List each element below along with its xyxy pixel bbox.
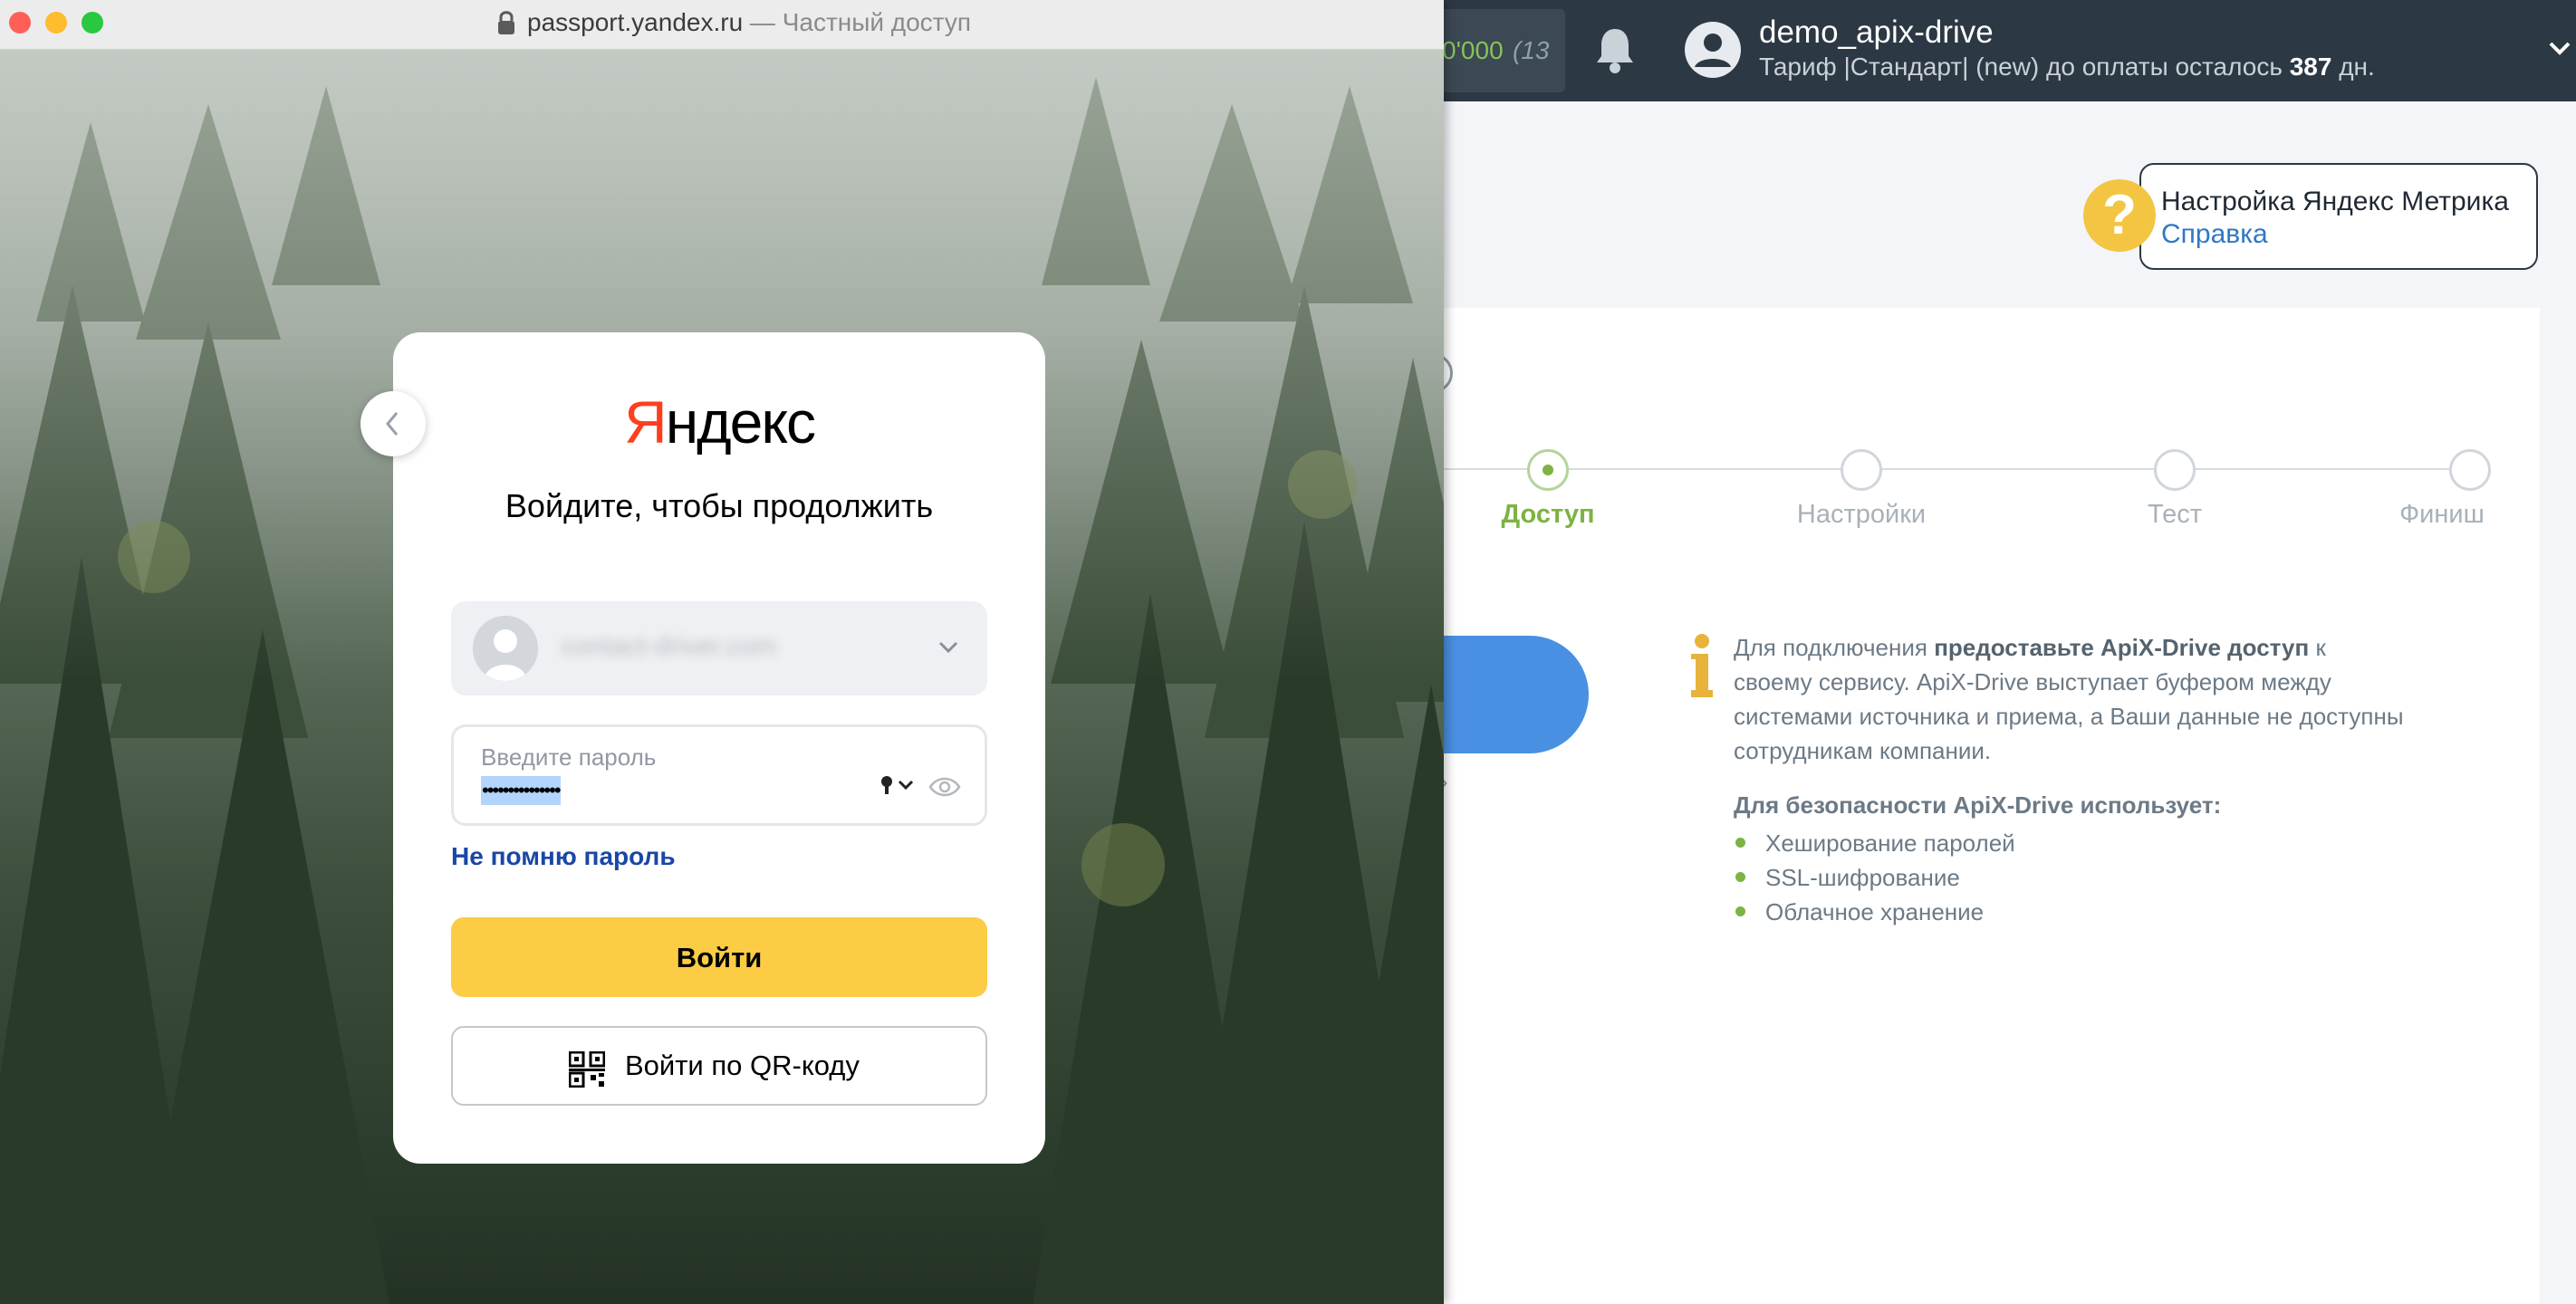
qr-login-label: Войти по QR-коду — [625, 1050, 860, 1081]
yandex-logo-ya: Я — [624, 388, 668, 455]
key-icon[interactable] — [879, 774, 918, 796]
balance-value: 0'000 — [1442, 36, 1504, 64]
lock-icon — [498, 11, 514, 34]
step-label-finish[interactable]: Финиш — [2399, 500, 2485, 530]
url-bar[interactable]: passport.yandex.ru — Частный доступ — [527, 8, 971, 37]
yandex-logo-rest: ндекс — [665, 388, 816, 455]
info-prefix: Для подключения — [1734, 634, 1935, 661]
window-close-button[interactable] — [9, 12, 31, 34]
yandex-popup-window: passport.yandex.ru — Частный доступ Янде… — [0, 0, 1444, 1304]
tariff-info: Тариф |Стандарт| (new) до оплаты осталос… — [1759, 53, 2375, 82]
step-label-access[interactable]: Доступ — [1501, 500, 1594, 530]
help-link[interactable]: Справка — [2161, 219, 2268, 250]
password-field[interactable]: Введите пароль ••••••••••••••• — [451, 724, 987, 826]
tariff-prefix: Тариф |Стандарт| (new) до оплаты осталос… — [1759, 53, 2290, 81]
eye-icon[interactable] — [928, 776, 961, 798]
url-separator: — — [743, 8, 783, 36]
account-avatar — [473, 616, 538, 681]
login-title: Войдите, чтобы продолжить — [505, 487, 934, 524]
password-value[interactable]: ••••••••••••••• — [481, 776, 562, 805]
step-label-test[interactable]: Тест — [2148, 500, 2202, 530]
security-title: Для безопасности ApiX-Drive использует: — [1734, 791, 2222, 819]
info-icon — [1691, 634, 1713, 697]
chevron-down-icon[interactable] — [2543, 36, 2576, 63]
step-dot-access[interactable] — [1527, 449, 1569, 491]
info-bold: предоставьте ApiX-Drive доступ — [1934, 634, 2310, 661]
window-minimize-button[interactable] — [45, 12, 67, 34]
account-email: contact-driver.com — [562, 632, 776, 661]
qr-code-icon — [569, 1051, 605, 1088]
step-line — [1440, 468, 2491, 470]
user-name[interactable]: demo_apix-drive — [1759, 14, 1994, 51]
account-selector[interactable]: contact-driver.com — [451, 601, 987, 695]
bell-icon[interactable] — [1594, 25, 1636, 74]
password-label: Введите пароль — [481, 743, 657, 771]
security-list: Хеширование паролей SSL-шифрование Облач… — [1734, 826, 2015, 929]
list-item: SSL-шифрование — [1734, 860, 2015, 895]
list-item: Облачное хранение — [1734, 895, 2015, 929]
tariff-days: 387 — [2289, 53, 2332, 81]
tariff-suffix: дн. — [2331, 53, 2375, 81]
private-mode-label: Частный доступ — [782, 8, 971, 36]
window-titlebar: passport.yandex.ru — Частный доступ — [0, 0, 1444, 50]
list-item: Хеширование паролей — [1734, 826, 2015, 860]
question-icon: ? — [2083, 179, 2156, 252]
step-dot-test[interactable] — [2154, 449, 2196, 491]
yandex-logo: Яндекс — [393, 388, 1045, 456]
step-dot-settings[interactable] — [1841, 449, 1882, 491]
forgot-password-link[interactable]: Не помню пароль — [451, 842, 676, 871]
balance-extra: (13 — [1513, 36, 1550, 64]
window-maximize-button[interactable] — [82, 12, 103, 34]
info-text: Для подключения предоставьте ApiX-Drive … — [1734, 630, 2404, 768]
chevron-down-icon — [938, 641, 958, 654]
login-button[interactable]: Войти — [451, 917, 987, 997]
qr-login-button[interactable]: Войти по QR-коду — [451, 1026, 987, 1106]
help-title: Настройка Яндекс Метрика — [2161, 187, 2509, 216]
user-avatar-icon[interactable] — [1685, 22, 1741, 78]
step-dot-finish[interactable] — [2449, 449, 2491, 491]
url-host: passport.yandex.ru — [527, 8, 744, 36]
step-label-settings[interactable]: Настройки — [1797, 500, 1926, 530]
